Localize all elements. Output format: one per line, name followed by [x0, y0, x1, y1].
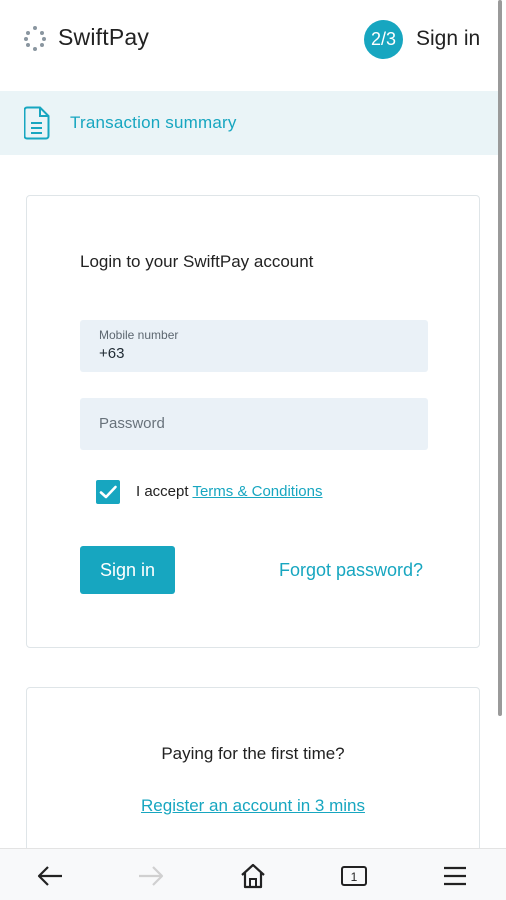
sign-in-button[interactable]: Sign in [80, 546, 175, 594]
home-icon [241, 863, 265, 889]
forward-arrow-icon [139, 866, 164, 886]
password-placeholder: Password [99, 415, 165, 432]
register-link[interactable]: Register an account in 3 mins [27, 796, 479, 816]
mobile-number-label: Mobile number [99, 328, 179, 342]
menu-icon [444, 866, 466, 886]
mobile-number-field[interactable]: Mobile number +63 [80, 320, 428, 372]
forward-button[interactable] [136, 861, 166, 891]
menu-button[interactable] [440, 861, 470, 891]
document-icon [24, 106, 50, 140]
checkmark-icon [99, 485, 117, 499]
step-badge: 2/3 [364, 20, 403, 59]
browser-bottom-bar: 1 [0, 848, 506, 900]
app-header: SwiftPay 2/3 Sign in [0, 0, 500, 88]
back-button[interactable] [35, 861, 65, 891]
terms-checkbox[interactable] [96, 480, 120, 504]
tabs-icon: 1 [341, 866, 367, 886]
brand-name: SwiftPay [58, 24, 150, 50]
terms-link[interactable]: Terms & Conditions [192, 483, 322, 500]
tabs-button[interactable]: 1 [339, 861, 369, 891]
tab-count: 1 [351, 870, 358, 884]
mobile-number-value[interactable]: +63 [99, 345, 124, 362]
register-card: Paying for the first time? Register an a… [26, 687, 480, 867]
page-scrollbar[interactable] [498, 0, 502, 716]
back-arrow-icon [37, 866, 62, 886]
transaction-summary-label[interactable]: Transaction summary [70, 113, 237, 133]
forgot-password-link[interactable]: Forgot password? [279, 560, 423, 581]
logo-icon [24, 26, 46, 51]
password-field[interactable]: Password [80, 398, 428, 450]
terms-text: I accept Terms & Conditions [136, 483, 323, 500]
first-time-question: Paying for the first time? [161, 744, 345, 763]
terms-prefix: I accept [136, 483, 189, 500]
login-card: Login to your SwiftPay account Mobile nu… [26, 195, 480, 648]
page-title: Sign in [416, 27, 481, 50]
home-button[interactable] [238, 861, 268, 891]
login-heading: Login to your SwiftPay account [80, 252, 314, 271]
